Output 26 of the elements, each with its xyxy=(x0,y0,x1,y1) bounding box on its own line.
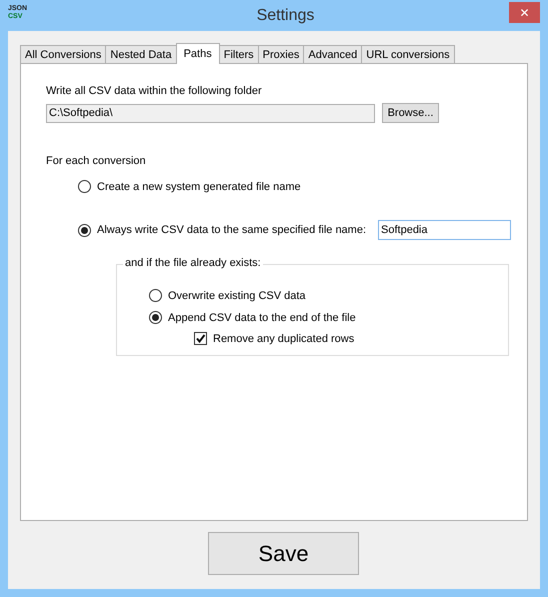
close-button[interactable]: ✕ xyxy=(509,2,540,23)
option-label: Append CSV data to the end of the file xyxy=(168,312,356,324)
tab[interactable]: Advanced xyxy=(303,45,362,63)
option-label: Overwrite existing CSV data xyxy=(168,290,306,302)
tab[interactable]: URL conversions xyxy=(361,45,455,63)
checkbox[interactable] xyxy=(194,332,207,345)
folder-label: Write all CSV data within the following folder xyxy=(46,85,263,97)
group-legend: and if the file already exists: xyxy=(123,257,263,269)
tab[interactable]: Paths xyxy=(176,43,220,64)
checkbox-label: Remove any duplicated rows xyxy=(213,332,354,344)
option-label: Create a new system generated file name xyxy=(97,180,301,192)
window-title: Settings xyxy=(256,6,316,25)
option-label: Always write CSV data to the same specified file name: xyxy=(97,224,366,236)
radio-button[interactable] xyxy=(78,180,91,193)
file-name-field[interactable]: Softpedia xyxy=(378,220,512,240)
radio-button[interactable] xyxy=(149,311,162,324)
section-label: For each conversion xyxy=(46,155,147,167)
folder-field[interactable]: C:\Softpedia\ xyxy=(46,104,375,122)
tab[interactable]: Proxies xyxy=(258,45,304,63)
tab[interactable]: Nested Data xyxy=(105,45,177,63)
save-button[interactable]: Save xyxy=(208,532,359,575)
radio-button[interactable] xyxy=(78,224,91,236)
tab[interactable]: Filters xyxy=(218,45,259,63)
radio-button[interactable] xyxy=(149,289,162,302)
tab[interactable]: All Conversions xyxy=(20,45,106,63)
browse-button[interactable]: Browse... xyxy=(382,103,439,123)
